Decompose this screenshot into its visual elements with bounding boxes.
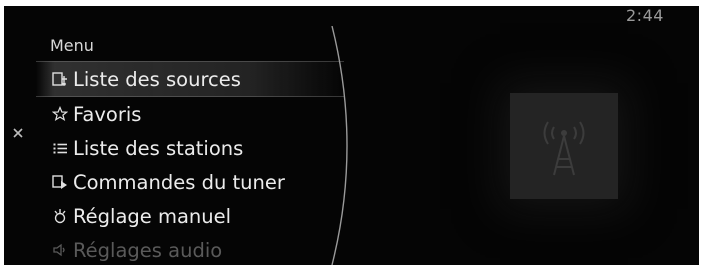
menu-item-label: Liste des stations: [73, 136, 244, 160]
manual-tune-icon: [50, 206, 70, 226]
menu-item-label: Liste des sources: [73, 67, 241, 91]
menu-title: Menu: [50, 36, 94, 55]
audio-settings-icon: [50, 240, 70, 260]
source-list-icon: [50, 69, 70, 89]
menu-item-source-list[interactable]: Liste des sources: [36, 61, 344, 97]
menu-item-tuner-controls[interactable]: Commandes du tuner: [36, 165, 344, 199]
list-icon: [50, 138, 70, 158]
menu-item-label: Réglage manuel: [73, 204, 232, 228]
screen-border-right: [699, 0, 703, 265]
menu-item-label: Commandes du tuner: [73, 170, 285, 194]
album-artwork: [510, 93, 618, 199]
radio-menu-screen: 2:44 Menu Liste des sources Favoris List…: [0, 0, 703, 265]
menu-item-audio-settings[interactable]: Réglages audio: [36, 233, 344, 265]
menu-item-manual-tune[interactable]: Réglage manuel: [36, 199, 344, 233]
screen-border-top: [0, 0, 703, 6]
menu-divider-arc: [331, 26, 348, 265]
screen-border-left: [0, 0, 4, 265]
star-icon: [50, 104, 70, 124]
tuner-controls-icon: [50, 172, 70, 192]
menu-list: Liste des sources Favoris Liste des stat…: [36, 61, 344, 265]
menu-item-favorites[interactable]: Favoris: [36, 97, 344, 131]
menu-item-label: Réglages audio: [73, 238, 223, 262]
close-icon[interactable]: [9, 124, 27, 142]
menu-item-label: Favoris: [73, 102, 142, 126]
clock: 2:44: [626, 6, 664, 25]
menu-item-station-list[interactable]: Liste des stations: [36, 131, 344, 165]
radio-antenna-icon: [543, 121, 585, 176]
